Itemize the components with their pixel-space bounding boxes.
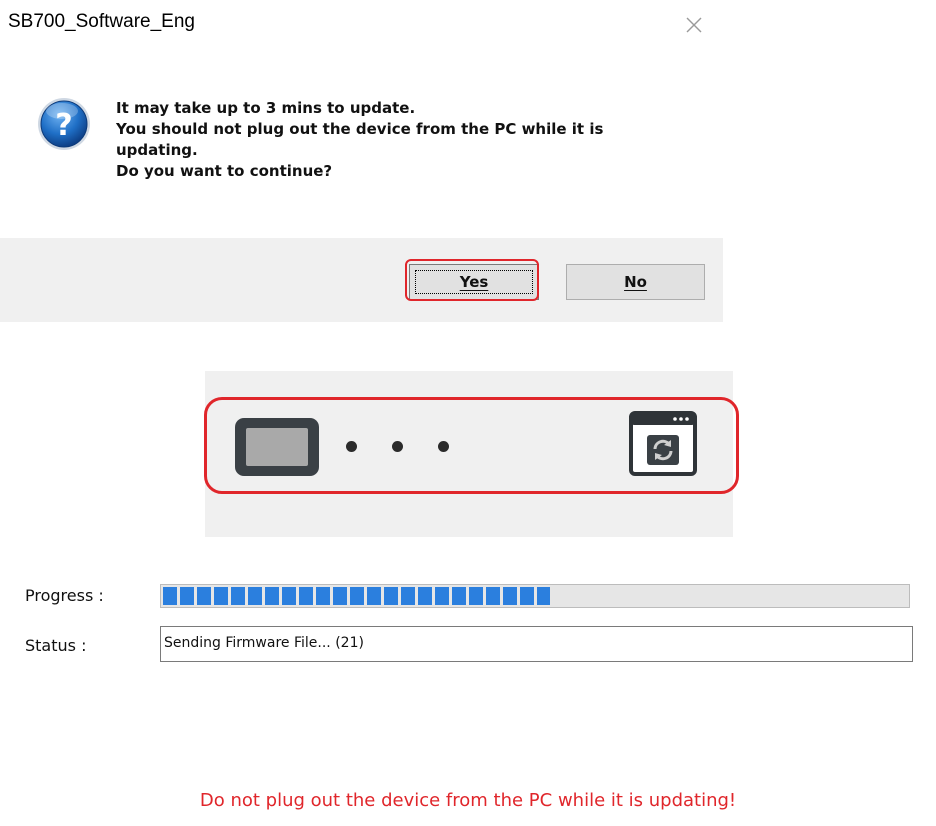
status-value: Sending Firmware File... (21) [164, 635, 364, 651]
question-icon: ? [38, 98, 90, 150]
message-line: It may take up to 3 mins to update. [116, 99, 416, 117]
message-line: Do you want to continue? [116, 162, 333, 180]
progress-label: Progress : [25, 586, 104, 605]
message-line: updating. [116, 141, 198, 159]
status-field: Sending Firmware File... (21) [160, 626, 913, 662]
yes-button-highlight [405, 259, 539, 301]
progress-fill [163, 587, 550, 605]
dialog-titlebar: SB700_Software_Eng [0, 0, 723, 50]
no-button-label: No [624, 273, 647, 291]
dialog-message: It may take up to 3 mins to update. You … [116, 98, 696, 182]
icons-highlight [204, 397, 739, 494]
svg-text:?: ? [55, 108, 72, 143]
warning-message: Do not plug out the device from the PC w… [199, 790, 737, 811]
no-button[interactable]: No [566, 264, 705, 300]
close-icon[interactable] [681, 12, 707, 38]
message-line: You should not plug out the device from … [116, 120, 604, 138]
progress-bar [160, 584, 910, 608]
dialog-title: SB700_Software_Eng [8, 11, 195, 32]
confirm-dialog: SB700_Software_Eng ? It may take up to 3… [0, 0, 723, 322]
screenshot-canvas: SB700_Software_Eng ? It may take up to 3… [0, 0, 936, 826]
status-label: Status : [25, 636, 87, 655]
